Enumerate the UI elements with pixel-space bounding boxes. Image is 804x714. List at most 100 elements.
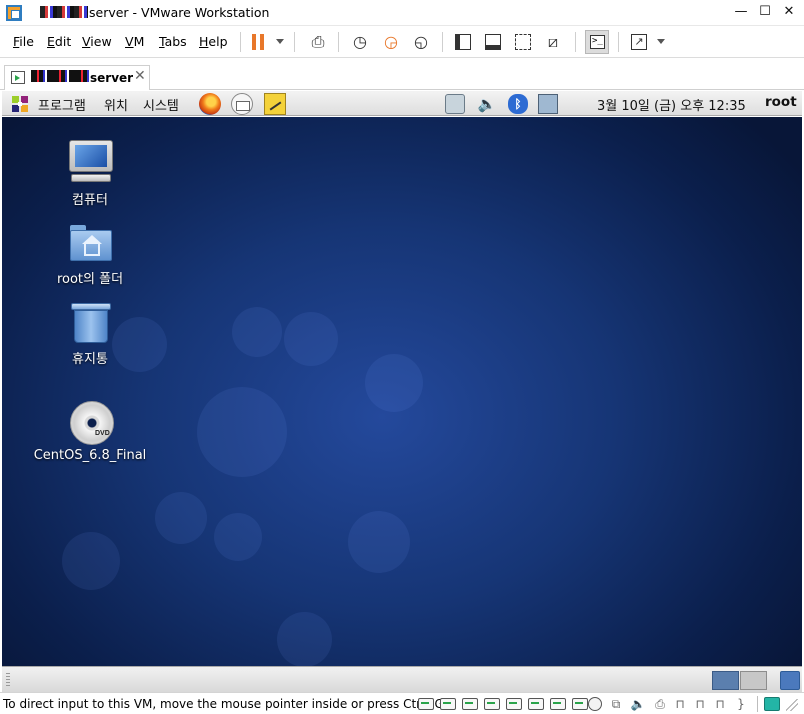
unity-icon: ⧄ [547, 32, 559, 51]
panel-clock[interactable]: 3월 10일 (금) 오후 12:35 [597, 95, 746, 114]
vm-tab-strip: server ✕ [0, 58, 804, 90]
hard-disk-icon[interactable] [528, 698, 544, 710]
stretch-arrow-icon: ↗ [634, 35, 644, 48]
desktop-icon-computer[interactable]: 컴퓨터 [25, 138, 155, 208]
snapshot-manager-button[interactable]: ◵ [410, 31, 432, 53]
hard-disk-icon[interactable] [462, 698, 478, 710]
network-adapter-icon[interactable]: ⧉ [608, 696, 624, 712]
usb-device-icon[interactable]: ⊓ [692, 696, 708, 712]
window-resize-grip[interactable] [786, 699, 798, 711]
full-screen-button[interactable] [512, 31, 534, 53]
vm-tab[interactable]: server ✕ [4, 65, 150, 90]
snapshot-take-button[interactable]: ◷ [349, 31, 371, 53]
desktop-icon-trash[interactable]: 휴지통 [25, 300, 155, 367]
snapshot-manager-icon: ◵ [414, 32, 428, 51]
keyboard-send-icon: ⎙ [311, 32, 325, 51]
redacted-vm-name [40, 6, 88, 18]
snapshot-revert-button[interactable]: ◶ [380, 31, 402, 53]
applications-menu[interactable]: 프로그램 [38, 95, 86, 114]
workspace-1-switcher[interactable] [712, 671, 739, 690]
hard-disk-icon[interactable] [440, 698, 456, 710]
desktop-icon-dvd[interactable]: DVD CentOS_6.8_Final [25, 401, 155, 467]
pause-button[interactable] [248, 31, 270, 53]
hard-disk-icon[interactable] [572, 698, 588, 710]
vm-running-icon [11, 71, 25, 84]
desktop-icon-home-folder[interactable]: root의 폴더 [25, 221, 155, 287]
cd-dvd-drive-icon[interactable] [588, 697, 602, 711]
status-message: To direct input to this VM, move the mou… [3, 697, 448, 711]
desktop-icon-label: root의 폴더 [56, 272, 124, 287]
wallpaper-bokeh [197, 387, 287, 477]
usb-printer-icon[interactable]: ⎙ [652, 696, 668, 712]
toolbar-separator [240, 32, 241, 52]
menu-file[interactable]: File [13, 34, 34, 49]
redacted-tab-name [31, 70, 89, 82]
send-ctrl-alt-del-button[interactable]: ⎙ [307, 31, 329, 53]
system-menu[interactable]: 시스템 [143, 95, 179, 114]
terminal-icon: >_ [590, 35, 605, 49]
full-screen-icon [515, 34, 531, 50]
wallpaper-bokeh [365, 354, 423, 412]
message-log-icon[interactable] [764, 697, 780, 711]
menu-help[interactable]: Help [199, 34, 228, 49]
console-view-button[interactable]: >_ [585, 30, 609, 54]
guest-bottom-panel [2, 666, 802, 692]
snapshot-revert-icon: ◶ [384, 32, 398, 51]
library-panel-icon [455, 34, 471, 50]
stretch-dropdown-icon[interactable] [657, 39, 665, 44]
unity-button[interactable]: ⧄ [542, 31, 564, 53]
window-title: server - VMware Workstation [89, 5, 270, 20]
workspace-2-switcher[interactable] [740, 671, 767, 690]
power-dropdown-icon[interactable] [276, 39, 284, 44]
vmware-app-icon[interactable] [6, 5, 22, 21]
guest-desktop[interactable]: 컴퓨터 root의 폴더 휴지통 DVD CentOS_6.8_Final [2, 117, 802, 666]
network-manager-icon[interactable] [445, 94, 465, 114]
dvd-icon: DVD [70, 401, 114, 445]
desktop-icon-label: 컴퓨터 [72, 193, 108, 208]
hard-disk-icon[interactable] [550, 698, 566, 710]
window-titlebar: server - VMware Workstation — ☐ ✕ [0, 0, 804, 26]
toolbar-separator [442, 32, 443, 52]
usb-device-icon[interactable]: ⊓ [672, 696, 688, 712]
desktop-icon-label: CentOS_6.8_Final [33, 448, 147, 463]
wallpaper-bokeh [62, 532, 120, 590]
home-folder-icon [70, 225, 112, 261]
firefox-icon[interactable] [199, 93, 221, 115]
network-connections-icon[interactable] [538, 94, 558, 114]
usb-device-icon[interactable]: ⊓ [712, 696, 728, 712]
show-thumbnail-bar-button[interactable] [482, 31, 504, 53]
centos-logo-icon[interactable] [10, 94, 30, 114]
bluetooth-icon[interactable]: ᛒ [508, 94, 528, 114]
sound-card-icon[interactable]: 🔈 [630, 696, 646, 712]
maximize-button[interactable]: ☐ [754, 3, 776, 21]
panel-grip-handle[interactable] [6, 673, 10, 687]
trash-applet-icon[interactable] [780, 671, 800, 690]
show-library-button[interactable] [452, 31, 474, 53]
mail-client-icon[interactable] [231, 93, 253, 115]
menu-edit[interactable]: Edit [47, 34, 71, 49]
guest-top-panel: 프로그램 위치 시스템 🔈 ᛒ 3월 10일 (금) 오후 12:35 root [2, 91, 802, 116]
menu-toolbar: File Edit View VM Tabs Help ⎙ ◷ ◶ ◵ ⧄ >_… [0, 26, 804, 58]
close-window-button[interactable]: ✕ [778, 3, 800, 21]
menu-vm[interactable]: VM [125, 34, 144, 49]
stretch-guest-button[interactable]: ↗ [628, 31, 650, 53]
menu-view[interactable]: View [82, 34, 112, 49]
notes-editor-icon[interactable] [264, 93, 286, 115]
vm-tab-label: server [90, 71, 134, 85]
menu-tabs[interactable]: Tabs [159, 34, 187, 49]
close-tab-icon[interactable]: ✕ [134, 68, 146, 84]
minimize-button[interactable]: — [730, 3, 752, 21]
hard-disk-icon[interactable] [418, 698, 434, 710]
panel-user-name[interactable]: root [765, 94, 797, 110]
desktop-icon-label: 휴지통 [72, 352, 108, 367]
shared-folder-icon[interactable]: } [733, 696, 749, 712]
status-separator [757, 696, 758, 712]
places-menu[interactable]: 위치 [104, 95, 128, 114]
wallpaper-bokeh [232, 307, 282, 357]
snapshot-clock-icon: ◷ [353, 32, 367, 51]
hard-disk-icon[interactable] [484, 698, 500, 710]
wallpaper-bokeh [214, 513, 262, 561]
toolbar-separator [575, 32, 576, 52]
volume-icon[interactable]: 🔈 [477, 94, 497, 114]
hard-disk-icon[interactable] [506, 698, 522, 710]
